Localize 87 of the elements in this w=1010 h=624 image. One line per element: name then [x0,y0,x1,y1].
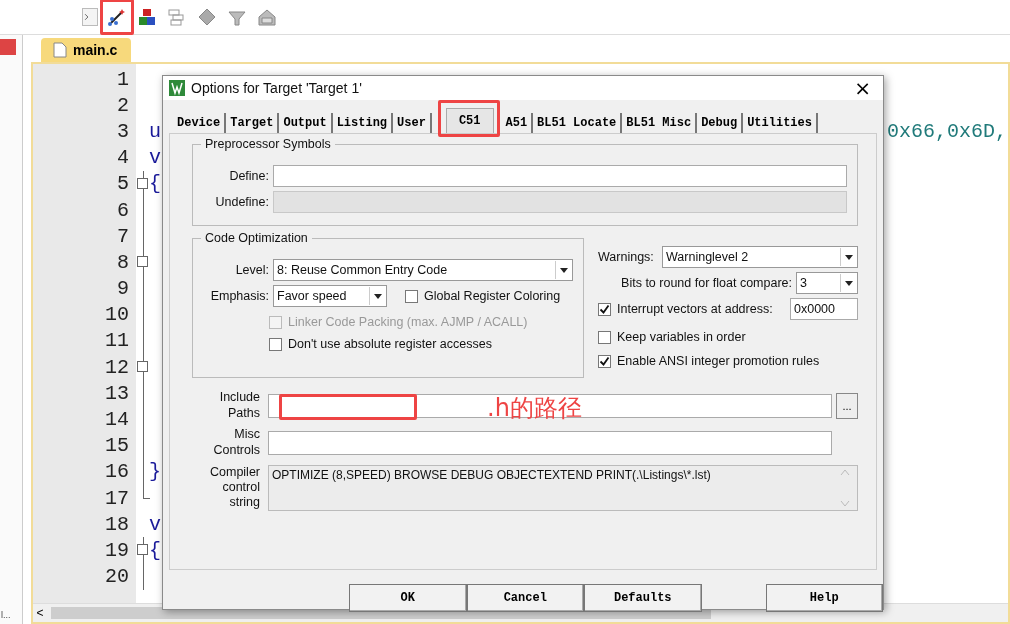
file-icon [53,42,67,58]
dropdown[interactable]: Warninglevel 2 [662,246,858,268]
dialog-button[interactable]: Help [765,584,883,612]
code-text: u [149,119,161,143]
checkbox[interactable] [598,302,611,316]
line-number: 8 [116,250,129,274]
line-number: 20 [104,565,129,589]
code-text: v [149,146,161,170]
dialog-button[interactable]: OK [349,584,467,612]
line-number: 14 [104,408,129,432]
tab[interactable]: Target [226,113,280,133]
line-number: 2 [116,93,129,117]
checkbox-label: Don't use absolute register accesses [288,337,492,351]
tab[interactable]: User [393,113,432,133]
dialog-button[interactable]: Cancel [466,584,584,612]
input-field[interactable] [273,165,847,187]
checkbox-label: Enable ANSI integer promotion rules [617,354,821,368]
tab[interactable]: Output [279,113,333,133]
field-label: Define: [228,169,269,183]
field-label: Misc Controls [212,427,260,459]
field-label: Level: [234,263,269,277]
fold-icon[interactable] [137,544,148,556]
tab[interactable]: BL51 Locate [533,113,623,133]
input-field[interactable] [268,430,832,455]
dropdown[interactable]: Favor speed [273,285,387,307]
close-button[interactable]: × [842,76,883,100]
scroll-left-arrow[interactable]: < [33,606,47,620]
checkbox[interactable] [598,354,611,368]
fold-icon[interactable] [137,256,148,268]
field-label: Emphasis: [209,289,269,303]
checkbox[interactable] [598,330,611,344]
code-text: { [149,538,161,562]
line-number: 12 [104,355,129,379]
line-number: 1 [116,67,129,91]
field-label: Undefine: [214,195,269,209]
line-number: 6 [116,198,129,222]
browse-button[interactable]: ... [836,392,858,419]
line-number: 18 [104,512,129,536]
app-icon [169,80,185,96]
code-text: { [149,172,161,196]
tab[interactable]: Listing [332,113,394,133]
line-number: 10 [104,303,129,327]
tab[interactable]: Debug [697,113,744,133]
dropdown[interactable]: 8: Reuse Common Entry Code [273,259,573,281]
code-text: 0x66,0x6D, [887,119,1008,143]
code-text: } [149,460,161,484]
group-title: Preprocessor Symbols [201,137,335,151]
dropdown[interactable]: 3 [796,272,858,294]
line-number: 3 [116,119,129,143]
line-number: 7 [116,224,129,248]
panel-label: l... [0,610,12,622]
file-tab[interactable]: main.c [41,38,131,62]
group-title: Code Optimization [201,231,312,245]
line-number: 5 [116,172,129,196]
checkbox-label: Global Register Coloring [424,289,561,303]
tab[interactable]: Device [173,113,227,133]
checkbox[interactable] [269,337,282,351]
line-number: 17 [104,486,129,510]
diamond-icon[interactable] [196,6,218,28]
input-field[interactable]: 0x0000 [790,298,858,320]
line-number: 19 [104,538,129,562]
line-number: 9 [116,277,129,301]
tab[interactable]: BL51 Misc [622,113,698,133]
field-label: Bits to round for float compare: [620,276,792,290]
dialog-button[interactable]: Defaults [584,584,702,612]
dialog-title: Options for Target 'Target 1' [191,80,363,96]
checkbox-label: Interrupt vectors at address: [617,302,774,316]
tab[interactable]: A51 [501,113,534,133]
line-number: 4 [116,146,129,170]
blocks-icon[interactable] [136,6,158,28]
fold-icon[interactable] [137,177,148,189]
checkbox-label: Linker Code Packing (max. AJMP / ACALL) [288,315,528,329]
field-label: Warnings: [598,250,655,264]
tab[interactable]: Utilities [743,113,818,133]
field-label: Include Paths [218,390,260,422]
line-number: 11 [104,329,129,353]
line-number: 13 [104,381,129,405]
checkbox-label: Keep variables in order [617,330,747,344]
input-field[interactable]: .h的路径 [268,393,832,418]
fold-icon[interactable] [137,361,148,373]
checkbox[interactable] [405,289,418,303]
field-label: Compiler control string [209,465,260,510]
line-number: 15 [104,434,129,458]
tab[interactable]: C51 [445,108,494,133]
field-value: OPTIMIZE (8,SPEED) BROWSE DEBUG OBJECTEXTEND PRINT(.\Listings\*.lst) [272,467,711,484]
code-text: v [149,512,161,536]
line-number: 16 [104,460,129,484]
